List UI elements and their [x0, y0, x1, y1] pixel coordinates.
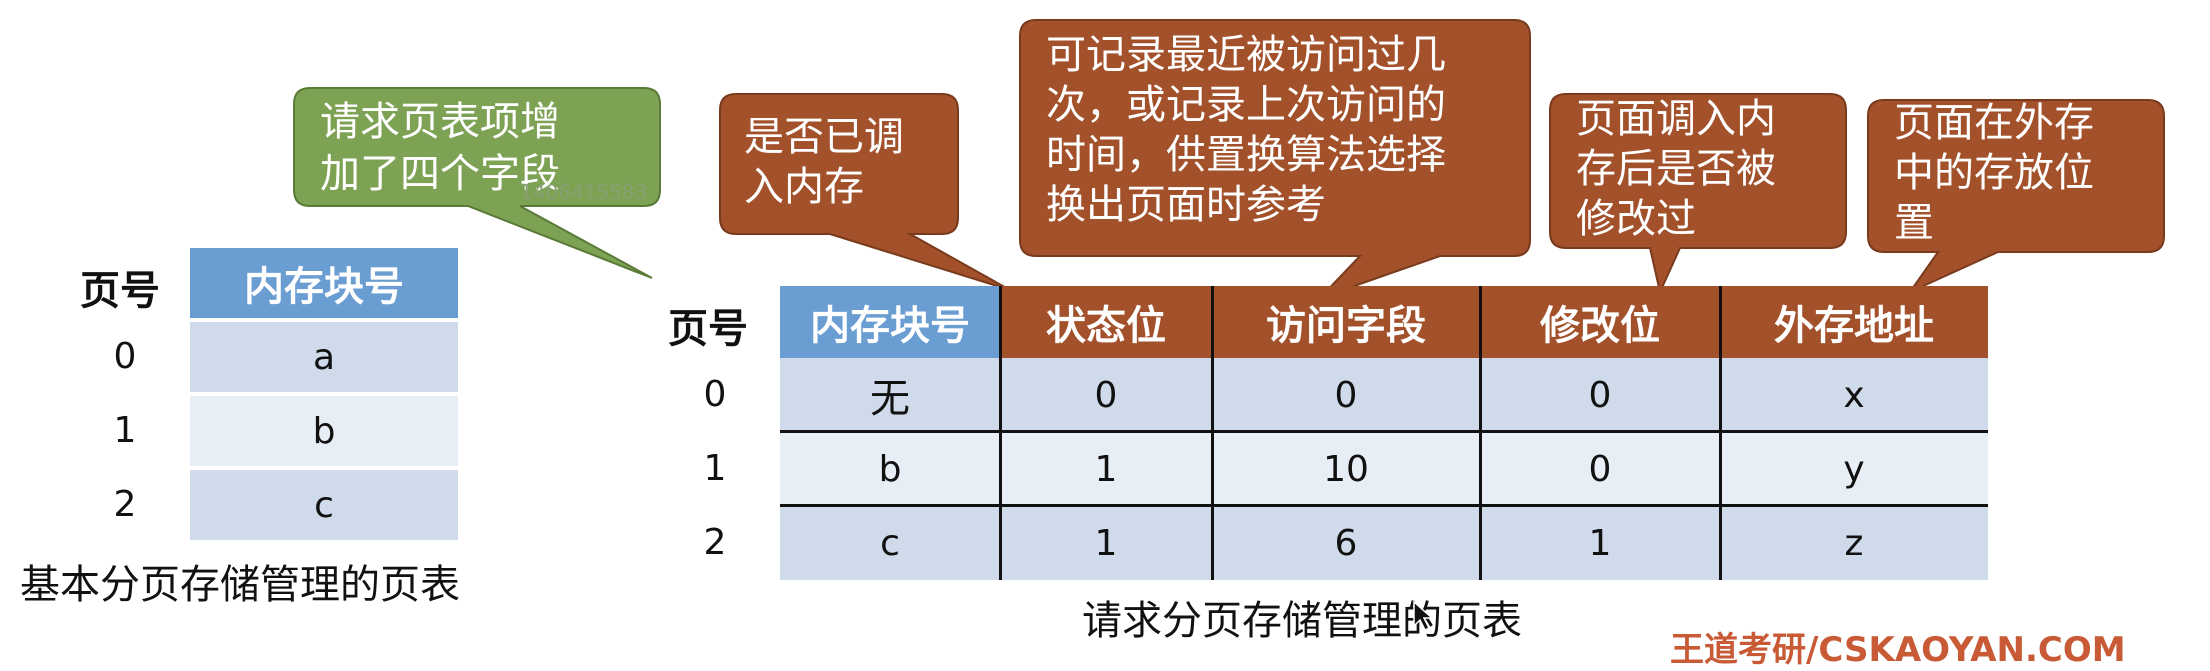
demand-cell: 1: [1094, 522, 1118, 564]
demand-cell: 6: [1334, 522, 1358, 564]
demand-cell: b: [878, 448, 902, 490]
basic-row-page: 2: [113, 484, 137, 525]
watermark: 1406415583: [520, 180, 648, 204]
demand-cell: 0: [1334, 374, 1358, 416]
modify-callout-text: 页面调入内 存后是否被 修改过: [1576, 96, 1776, 242]
basic-block-header: 内存块号: [190, 248, 458, 318]
demand-row-page: 2: [703, 522, 727, 563]
basic-row-block: b: [190, 396, 458, 466]
basic-row-block: c: [190, 470, 458, 540]
demand-cell: 1: [1094, 448, 1118, 490]
demand-header-access: 访问字段: [1212, 286, 1480, 358]
table-row-divider: [780, 504, 1988, 507]
demand-cell: y: [1843, 448, 1865, 490]
table-column-divider: [1479, 286, 1482, 580]
table-row-divider: [780, 430, 1988, 433]
demand-cell: 无: [870, 376, 910, 422]
demand-cell: x: [1843, 374, 1865, 416]
address-callout-text: 页面在外存 中的存放位 置: [1894, 100, 2094, 246]
demand-table-caption: 请求分页存储管理的页表: [1082, 598, 1522, 644]
table-column-divider: [1211, 286, 1214, 580]
mouse-cursor-icon: [1413, 600, 1434, 632]
basic-row-page: 1: [113, 410, 137, 451]
demand-header-address: 外存地址: [1720, 286, 1988, 358]
basic-pageno-header: 页号: [80, 268, 160, 314]
demand-cell: z: [1844, 522, 1864, 564]
table-column-divider: [1719, 286, 1722, 580]
basic-row-block: a: [190, 322, 458, 392]
footer-brand: 王道考研/CSKAOYAN.COM: [1670, 630, 2126, 670]
basic-table-caption: 基本分页存储管理的页表: [20, 562, 460, 608]
demand-row-page: 1: [703, 448, 727, 489]
demand-cell: 0: [1094, 374, 1118, 416]
access-callout-text: 可记录最近被访问过几 次，或记录上次访问的 时间，供置换算法选择 换出页面时参考: [1046, 32, 1446, 228]
demand-cell: 1: [1588, 522, 1612, 564]
demand-header-block: 内存块号: [780, 286, 1000, 358]
demand-header-status: 状态位: [1000, 286, 1212, 358]
demand-pageno-header: 页号: [668, 306, 748, 352]
status-callout-text: 是否已调 入内存: [744, 114, 904, 210]
demand-cell: c: [880, 522, 900, 564]
demand-row-page: 0: [703, 374, 727, 415]
demand-cell: 10: [1323, 448, 1369, 490]
basic-row-page: 0: [113, 336, 137, 377]
demand-header-modify: 修改位: [1480, 286, 1720, 358]
demand-cell: 0: [1588, 374, 1612, 416]
demand-cell: 0: [1588, 448, 1612, 490]
table-column-divider: [999, 286, 1002, 580]
